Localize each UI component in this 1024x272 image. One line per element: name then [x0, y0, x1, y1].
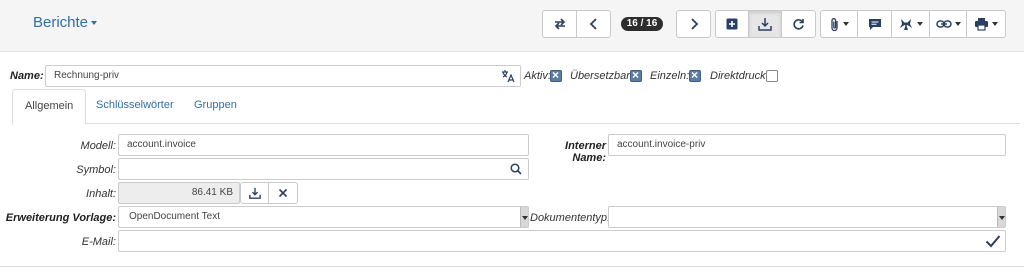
paperclip-icon	[830, 17, 838, 31]
reload-icon	[793, 18, 804, 30]
chevron-left-icon	[589, 18, 597, 30]
print-button[interactable]	[966, 10, 1006, 38]
page-title-menu[interactable]: Berichte	[33, 14, 98, 31]
search-icon[interactable]	[510, 163, 522, 175]
chevron-down-icon	[520, 207, 528, 227]
aktiv-checkbox[interactable]	[550, 68, 562, 82]
chevron-down-icon	[997, 207, 1005, 227]
reload-button[interactable]	[781, 10, 816, 38]
inhalt-label: Inhalt:	[86, 188, 116, 200]
chevron-down-icon	[917, 22, 923, 26]
tab-allgemein[interactable]: Allgemein	[12, 89, 87, 125]
email-field[interactable]	[118, 230, 1006, 252]
symbol-label: Symbol:	[76, 164, 116, 176]
page-title: Berichte	[33, 14, 89, 31]
uebersetzbar-checkbox[interactable]	[630, 68, 642, 82]
download-icon	[248, 187, 261, 199]
inhalt-download-button[interactable]	[240, 182, 269, 204]
chevron-down-icon	[91, 21, 98, 26]
interner-name-value: account.invoice-priv	[617, 139, 706, 150]
chevron-down-icon	[842, 22, 849, 26]
name-value: Rechnung-priv	[54, 70, 120, 81]
toolbar: Berichte 16 / 16	[0, 0, 1024, 52]
inhalt-field: 86.41 KB	[118, 182, 240, 204]
link-icon	[935, 20, 952, 28]
note-button[interactable]	[857, 10, 892, 38]
tab-schluesselwoerter[interactable]: Schlüsselwörter	[84, 89, 186, 124]
modell-value: account.invoice	[127, 139, 196, 150]
aktiv-label: Aktiv:	[524, 70, 551, 82]
einzeln-label: Einzeln:	[650, 70, 690, 82]
erweiterung-value: OpenDocument Text	[129, 211, 220, 222]
chevron-down-icon	[992, 22, 998, 26]
relate-button[interactable]	[929, 10, 967, 38]
next-record-button[interactable]	[676, 10, 711, 38]
switch-view-button[interactable]	[542, 10, 577, 38]
download-icon	[758, 18, 772, 31]
email-label: E-Mail:	[81, 236, 116, 248]
plus-square-icon	[726, 18, 738, 30]
modell-field[interactable]: account.invoice	[118, 134, 529, 156]
chevron-right-icon	[690, 18, 698, 30]
comment-icon	[868, 18, 881, 30]
attachment-button[interactable]	[820, 10, 858, 38]
save-button[interactable]	[748, 10, 782, 38]
chevron-down-icon	[954, 22, 961, 26]
interner-name-label: Interner Name:	[565, 140, 606, 164]
tab-gruppen[interactable]: Gruppen	[182, 89, 249, 124]
symbol-field[interactable]	[118, 158, 529, 180]
uebersetzbar-label: Übersetzbar:	[570, 70, 633, 82]
action-icon	[900, 19, 912, 30]
translate-icon[interactable]	[501, 69, 515, 83]
einzeln-checkbox[interactable]	[689, 68, 701, 82]
name-field[interactable]: Rechnung-priv	[45, 65, 521, 87]
direktdruck-label: Direktdruck:	[710, 70, 769, 82]
previous-record-button[interactable]	[576, 10, 611, 38]
inhalt-value: 86.41 KB	[191, 187, 233, 198]
print-icon	[975, 18, 988, 31]
interner-name-field[interactable]: account.invoice-priv	[608, 134, 1006, 156]
inhalt-clear-button[interactable]	[268, 182, 298, 204]
name-label: Name:	[10, 70, 44, 82]
erweiterung-label: Erweiterung Vorlage:	[5, 212, 116, 224]
dokumententyp-label: Dokumententyp:	[530, 212, 611, 224]
new-record-button[interactable]	[715, 10, 749, 38]
dokumententyp-select[interactable]	[608, 206, 1006, 228]
check-icon[interactable]	[985, 234, 1001, 248]
bottom-divider	[0, 266, 1024, 267]
erweiterung-select[interactable]: OpenDocument Text	[118, 206, 529, 228]
record-counter: 16 / 16	[621, 17, 663, 31]
action-button[interactable]	[891, 10, 930, 38]
tab-bar: Allgemein Schlüsselwörter Gruppen	[12, 89, 1020, 125]
modell-label: Modell:	[80, 140, 116, 152]
direktdruck-checkbox[interactable]	[766, 70, 778, 82]
switch-view-icon	[554, 18, 565, 30]
close-icon	[278, 188, 288, 198]
